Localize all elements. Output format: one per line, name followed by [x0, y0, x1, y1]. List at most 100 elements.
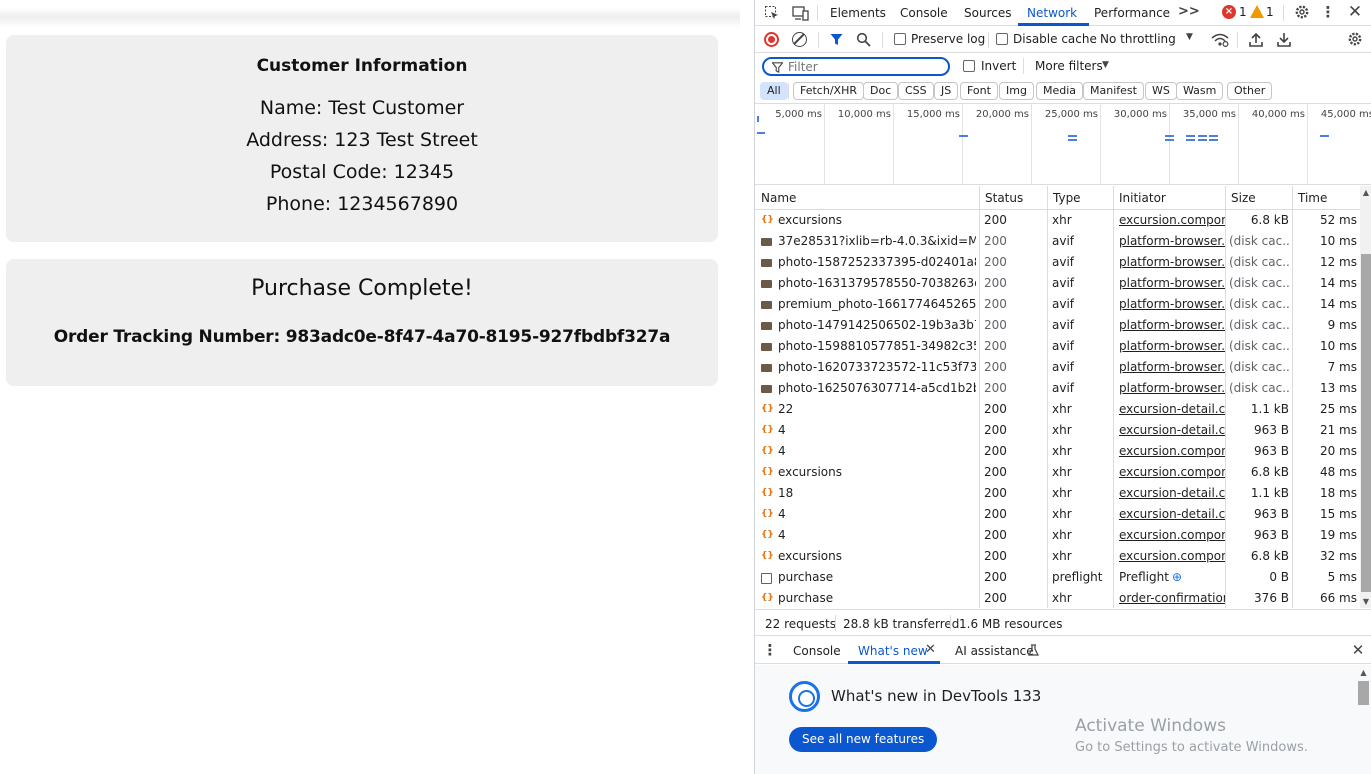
filter-input-box[interactable]: [762, 57, 950, 76]
chevron-down-icon[interactable]: ▼: [1102, 60, 1109, 70]
request-initiator[interactable]: platform-browser.m: [1119, 294, 1225, 315]
table-row[interactable]: purchase 200 preflight Preflight ⊕ 0 B5 ms: [755, 567, 1360, 588]
table-row[interactable]: 37e28531?ixlib=rb-4.0.3&ixid=Mnw... 200 av…: [755, 231, 1360, 252]
table-row[interactable]: photo-1479142506502-19b3a3b7ff3... 200 avi…: [755, 315, 1360, 336]
drawer-tab-console[interactable]: Console: [793, 644, 841, 658]
table-row[interactable]: {} purchase 200 xhr order-confirmation.c 376 …: [755, 588, 1360, 609]
type-filter-ws[interactable]: WS: [1145, 82, 1177, 100]
request-initiator[interactable]: excursion-detail.con: [1119, 399, 1225, 420]
settings-gear-icon[interactable]: [1293, 3, 1311, 21]
inspect-element-icon[interactable]: [763, 4, 781, 22]
preserve-log-checkbox[interactable]: [894, 33, 906, 45]
table-row[interactable]: {} 4 200 xhr excursion-detail.con 963 B 21 ms: [755, 420, 1360, 441]
throttling-select[interactable]: No throttling: [1100, 32, 1176, 46]
more-tabs-chevron-icon[interactable]: >>: [1178, 4, 1200, 19]
tab-sources[interactable]: Sources: [964, 6, 1011, 20]
request-initiator[interactable]: platform-browser.m: [1119, 273, 1225, 294]
request-initiator[interactable]: platform-browser.m: [1119, 231, 1225, 252]
request-initiator[interactable]: platform-browser.m: [1119, 252, 1225, 273]
filter-input[interactable]: [788, 60, 938, 74]
network-settings-gear-icon[interactable]: [1346, 30, 1364, 48]
close-devtools-icon[interactable]: ✕: [1346, 2, 1364, 22]
request-initiator[interactable]: excursion.componen: [1119, 210, 1225, 231]
table-row[interactable]: {} 22 200 xhr excursion-detail.con 1.1 kB 25 m…: [755, 399, 1360, 420]
type-filter-all[interactable]: All: [760, 82, 788, 100]
tab-console[interactable]: Console: [900, 6, 948, 20]
table-row[interactable]: {} excursions 200 xhr excursion.componen 6.8 …: [755, 546, 1360, 567]
record-icon[interactable]: [764, 32, 779, 47]
scroll-up-arrow-icon[interactable]: ▲: [1361, 187, 1371, 197]
request-table-scroll-thumb[interactable]: [1361, 254, 1371, 592]
type-filter-media[interactable]: Media: [1036, 82, 1084, 100]
drawer-menu-icon[interactable]: ⋮: [763, 641, 778, 659]
close-tab-icon[interactable]: ✕: [925, 642, 936, 657]
request-initiator[interactable]: platform-browser.m: [1119, 315, 1225, 336]
column-header-status[interactable]: Status: [980, 186, 1048, 210]
table-row[interactable]: photo-1587252337395-d02401a8a81... 200 avi…: [755, 252, 1360, 273]
disable-cache-checkbox[interactable]: [996, 33, 1008, 45]
search-icon[interactable]: [855, 31, 872, 48]
close-drawer-icon[interactable]: ✕: [1350, 641, 1366, 659]
request-initiator[interactable]: excursion-detail.con: [1119, 420, 1225, 441]
column-header-initiator[interactable]: Initiator: [1114, 186, 1226, 210]
network-overview-timeline[interactable]: 5,000 ms 10,000 ms 15,000 ms 20,000 ms 2…: [755, 103, 1371, 185]
type-filter-css[interactable]: CSS: [898, 82, 934, 100]
network-conditions-icon[interactable]: [1210, 31, 1230, 48]
column-header-time[interactable]: Time: [1293, 186, 1360, 210]
error-icon[interactable]: ×: [1222, 5, 1236, 19]
request-initiator[interactable]: excursion.componen: [1119, 525, 1225, 546]
type-filter-other[interactable]: Other: [1227, 82, 1273, 100]
table-row[interactable]: photo-1620733723572-11c53f73a41... 200 avi…: [755, 357, 1360, 378]
request-initiator[interactable]: excursion-detail.con: [1119, 483, 1225, 504]
more-filters-dropdown[interactable]: More filters: [1035, 59, 1103, 73]
type-filter-manifest[interactable]: Manifest: [1083, 82, 1144, 100]
column-header-type[interactable]: Type: [1048, 186, 1114, 210]
disable-cache-label[interactable]: Disable cache: [1013, 32, 1097, 46]
import-har-icon[interactable]: [1247, 30, 1265, 48]
more-options-icon[interactable]: ⋮: [1321, 3, 1336, 21]
table-row[interactable]: {} 4 200 xhr excursion.componen 963 B 20 ms: [755, 441, 1360, 462]
warning-icon[interactable]: [1250, 5, 1264, 18]
request-initiator[interactable]: platform-browser.m: [1119, 336, 1225, 357]
chevron-down-icon[interactable]: ▼: [1186, 32, 1193, 42]
drawer-scroll-thumb[interactable]: [1358, 681, 1369, 705]
export-har-icon[interactable]: [1275, 30, 1293, 48]
tab-network[interactable]: Network: [1027, 6, 1077, 20]
invert-checkbox[interactable]: [963, 60, 975, 72]
column-header-size[interactable]: Size: [1226, 186, 1293, 210]
table-row[interactable]: premium_photo-1661774645265-ce... 200 avif…: [755, 294, 1360, 315]
table-row[interactable]: {} 18 200 xhr excursion-detail.con 1.1 kB 18 m…: [755, 483, 1360, 504]
clear-log-icon[interactable]: [792, 32, 807, 47]
type-filter-wasm[interactable]: Wasm: [1176, 82, 1224, 100]
scroll-down-arrow-icon[interactable]: ▼: [1361, 596, 1371, 606]
request-initiator[interactable]: platform-browser.m: [1119, 357, 1225, 378]
drawer-tab-ai-assistance[interactable]: AI assistance: [955, 644, 1034, 658]
see-all-new-features-button[interactable]: See all new features: [789, 727, 938, 752]
table-row[interactable]: photo-1598810577851-34982c35915... 200 avi…: [755, 336, 1360, 357]
type-filter-doc[interactable]: Doc: [863, 82, 899, 100]
request-initiator[interactable]: platform-browser.m: [1119, 378, 1225, 399]
type-filter-img[interactable]: Img: [999, 82, 1034, 100]
column-header-name[interactable]: Name: [756, 186, 980, 210]
table-row[interactable]: {} excursions 200 xhr excursion.componen 6.8 …: [755, 462, 1360, 483]
type-filter-font[interactable]: Font: [960, 82, 998, 100]
request-initiator[interactable]: order-confirmation.c: [1119, 588, 1225, 609]
error-count[interactable]: 1: [1239, 5, 1247, 19]
request-initiator[interactable]: excursion-detail.con: [1119, 504, 1225, 525]
preserve-log-label[interactable]: Preserve log: [911, 32, 985, 46]
type-filter-fetch-xhr[interactable]: Fetch/XHR: [793, 82, 864, 100]
request-initiator[interactable]: excursion.componen: [1119, 441, 1225, 462]
type-filter-js[interactable]: JS: [934, 82, 959, 100]
device-toolbar-icon[interactable]: [791, 4, 809, 22]
request-initiator[interactable]: excursion.componen: [1119, 546, 1225, 567]
drawer-tab-whats-new[interactable]: What's new: [858, 644, 928, 658]
table-row[interactable]: photo-1625076307714-a5cd1b2beb... 200 avif…: [755, 378, 1360, 399]
tab-elements[interactable]: Elements: [830, 6, 886, 20]
table-row[interactable]: {} excursions 200 xhr excursion.componen 6.8 …: [755, 210, 1360, 231]
request-initiator[interactable]: excursion.componen: [1119, 462, 1225, 483]
filter-icon[interactable]: [828, 31, 844, 48]
table-row[interactable]: {} 4 200 xhr excursion.componen 963 B 19 ms: [755, 525, 1360, 546]
scroll-up-arrow-icon[interactable]: ▲: [1358, 667, 1369, 677]
warning-count[interactable]: 1: [1266, 5, 1274, 19]
table-row[interactable]: photo-1631379578550-7038263db69... 200 avi…: [755, 273, 1360, 294]
